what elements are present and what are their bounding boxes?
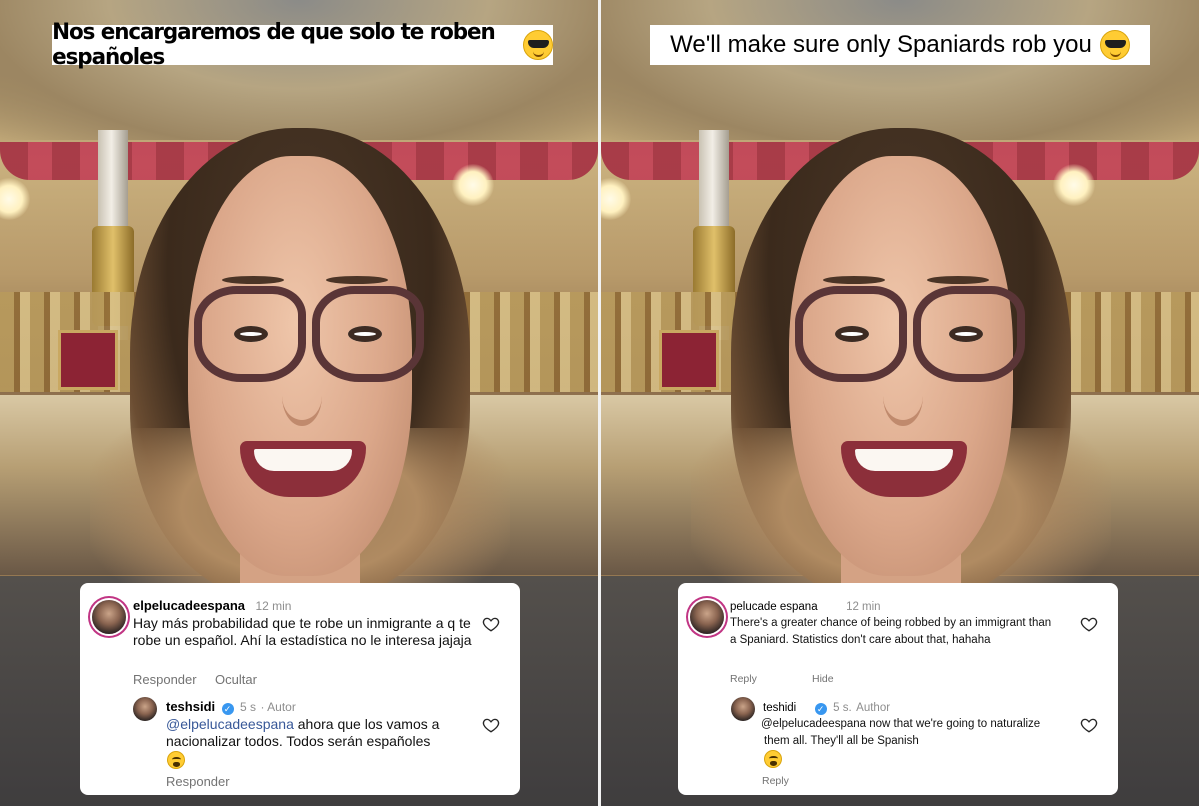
caption-text: Nos encargaremos de que solo te roben es… xyxy=(52,20,496,70)
verified-badge-icon: ✓ xyxy=(221,703,234,715)
red-box xyxy=(58,330,118,390)
comment-time: 12 min xyxy=(255,599,292,613)
left-panel-spanish: Nos encargaremos de que solo te roben es… xyxy=(0,0,598,806)
reply-text-line1: @elpelucadeespana now that we're going t… xyxy=(761,718,1041,730)
author-label: Author xyxy=(856,702,891,714)
heart-icon[interactable] xyxy=(482,716,500,734)
comment-username[interactable]: pelucade espana xyxy=(730,601,818,613)
avatar[interactable] xyxy=(690,600,724,634)
comment-card: elpelucadeespana 12 min Hay más probabil… xyxy=(80,583,520,795)
comment-text: Hay más probabilidad que te robe un inmi… xyxy=(133,615,472,648)
hide-button[interactable]: Ocultar xyxy=(215,672,257,687)
shushing-face-emoji-icon xyxy=(764,750,782,768)
ceiling-lamp xyxy=(0,178,30,220)
heart-icon[interactable] xyxy=(1080,615,1098,633)
reply-username[interactable]: teshsidi xyxy=(166,699,215,714)
comment-text-line1: There's a greater chance of being robbed… xyxy=(730,617,1052,629)
verified-badge-icon: ✓ xyxy=(814,703,827,715)
right-panel-english: We'll make sure only Spaniards rob you p… xyxy=(601,0,1199,806)
comment-card: pelucade espana 12 min There's a greater… xyxy=(678,583,1118,795)
avatar[interactable] xyxy=(731,697,755,721)
mention-link[interactable]: @elpelucadeespana xyxy=(166,716,294,732)
reply-button[interactable]: Responder xyxy=(166,774,230,789)
comment-text-line2: a Spaniard. Statistics don't care about … xyxy=(730,634,991,646)
avatar[interactable] xyxy=(133,697,157,721)
reply-username[interactable]: teshidi xyxy=(763,702,796,714)
comment-time: 12 min xyxy=(846,601,881,613)
reply-time: 5 s xyxy=(240,700,257,714)
reply-button[interactable]: Responder xyxy=(133,672,197,687)
reply-text-line2: them all. They'll all be Spanish xyxy=(764,735,919,747)
red-box xyxy=(659,330,719,390)
reply-button[interactable]: Reply xyxy=(762,775,789,787)
ceiling-lamp xyxy=(601,178,631,220)
reply-text: @elpelucadeespana ahora que los vamos a … xyxy=(166,716,440,749)
caption-banner: Nos encargaremos de que solo te roben es… xyxy=(52,20,553,70)
heart-icon[interactable] xyxy=(1080,716,1098,734)
author-label: Autor xyxy=(267,700,296,714)
reply-time: 5 s. xyxy=(833,702,852,714)
avatar[interactable] xyxy=(92,600,126,634)
sunglasses-emoji-icon xyxy=(523,30,553,60)
hide-button[interactable]: Hide xyxy=(812,673,834,685)
woman-selfie xyxy=(691,128,1111,648)
ceiling xyxy=(601,0,1199,140)
heart-icon[interactable] xyxy=(482,615,500,633)
woman-selfie xyxy=(90,128,510,648)
reply-button[interactable]: Reply xyxy=(730,673,757,685)
shushing-face-emoji-icon xyxy=(167,751,185,769)
caption-text: We'll make sure only Spaniards rob you xyxy=(670,31,1092,58)
comment-username[interactable]: elpelucadeespana xyxy=(133,598,245,613)
sunglasses-emoji-icon xyxy=(1099,30,1130,60)
caption-banner: We'll make sure only Spaniards rob you xyxy=(650,25,1150,65)
